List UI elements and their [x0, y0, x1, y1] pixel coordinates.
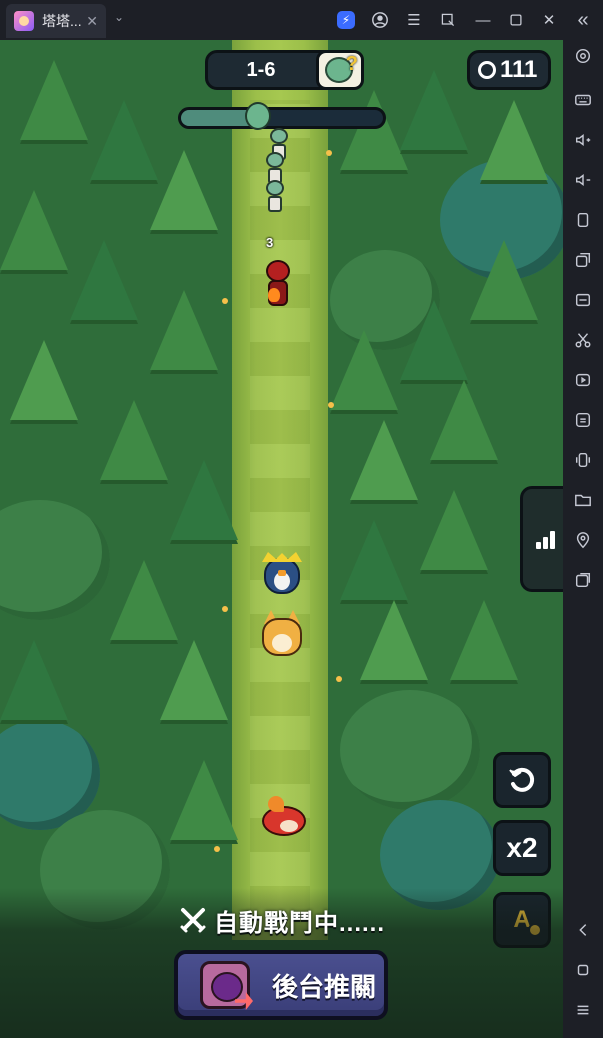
hero-portrait-icon [200, 961, 250, 1009]
flower [336, 676, 342, 682]
stage-indicator: 1-6 ? [205, 50, 364, 90]
multi-instance-icon[interactable] [571, 248, 595, 272]
home-icon[interactable] [571, 958, 595, 982]
maximize-icon[interactable] [505, 9, 527, 31]
record-icon[interactable] [571, 368, 595, 392]
stopwatch-icon [478, 61, 496, 79]
title-bar: 塔塔... ✕ ⌄ ⚡ ☰ — ✕ [0, 0, 603, 40]
pine-tree [350, 420, 418, 500]
pine-tree [100, 400, 168, 480]
pine-tree [360, 600, 428, 680]
pine-tree [400, 300, 468, 380]
volume-down-icon[interactable] [571, 168, 595, 192]
pine-tree [0, 190, 68, 270]
zombie-enemy [264, 180, 286, 214]
fire-demon-enemy [262, 260, 294, 310]
folder-icon[interactable] [571, 488, 595, 512]
game-viewport[interactable]: 1-6 ? 111 3 x2 A 自動戰 [0, 40, 563, 1038]
pine-tree [330, 330, 398, 410]
flower [214, 846, 220, 852]
macro-icon[interactable] [571, 288, 595, 312]
pine-tree [450, 600, 518, 680]
restart-icon [509, 767, 535, 792]
pine-tree [70, 240, 138, 320]
speed-toggle-button[interactable]: x2 [493, 820, 551, 876]
pine-tree [470, 240, 538, 320]
auto-battle-status: 自動戰鬥中...... [0, 902, 563, 938]
pine-tree [110, 560, 178, 640]
timer-value: 111 [500, 56, 538, 83]
forest-bush [340, 690, 480, 810]
boost-icon[interactable]: ⚡ [337, 11, 355, 29]
pine-tree [420, 490, 488, 570]
settings-icon[interactable] [571, 44, 595, 68]
pine-tree [10, 340, 78, 420]
retry-button[interactable] [493, 752, 551, 808]
pine-tree [0, 640, 68, 720]
offline-progress-button[interactable]: 後台推關 [174, 950, 388, 1020]
timer-display: 111 [467, 50, 551, 90]
keyboard-icon[interactable] [571, 88, 595, 112]
screenshot-window-icon[interactable] [437, 9, 459, 31]
penguin-hero [262, 552, 302, 596]
boss-hint: ? [345, 53, 358, 75]
rotate-icon[interactable] [571, 208, 595, 232]
damage-number: 3 [266, 235, 274, 250]
crossed-swords-icon [180, 908, 206, 933]
tab-dropdown-icon[interactable]: ⌄ [114, 10, 124, 24]
volume-up-icon[interactable] [571, 128, 595, 152]
bird-hero [260, 796, 308, 840]
emulator-sidebar: « [563, 0, 603, 1038]
forest-bush [0, 500, 110, 620]
stats-panel-button[interactable] [520, 486, 563, 592]
wave-progress-bar [178, 107, 386, 129]
scissors-icon[interactable] [571, 328, 595, 352]
pine-tree [340, 520, 408, 600]
flower [222, 606, 228, 612]
pine-tree [160, 640, 228, 720]
pine-tree [170, 460, 238, 540]
flower [222, 298, 228, 304]
close-icon[interactable]: ✕ [538, 9, 560, 31]
pine-tree [480, 100, 548, 180]
app-tab[interactable]: 塔塔... ✕ [6, 4, 106, 38]
pine-tree [90, 100, 158, 180]
account-icon[interactable] [369, 9, 391, 31]
flower [328, 402, 334, 408]
sync-icon[interactable] [571, 408, 595, 432]
auto-battle-text: 自動戰鬥中...... [213, 909, 385, 937]
bar-chart-icon [536, 531, 556, 549]
pine-tree [340, 90, 408, 170]
tab-close-icon[interactable]: ✕ [86, 13, 98, 30]
zombie-progress-marker-icon [245, 102, 271, 130]
pine-tree [400, 70, 468, 150]
shake-icon[interactable] [571, 448, 595, 472]
pine-tree [170, 760, 238, 840]
tab-title: 塔塔... [42, 13, 82, 29]
offline-progress-label: 後台推關 [272, 971, 377, 1002]
back-icon[interactable] [571, 918, 595, 942]
menu-icon[interactable]: ☰ [403, 9, 425, 31]
pine-tree [150, 150, 218, 230]
pine-tree [20, 60, 88, 140]
stage-label: 1-6 [246, 59, 276, 81]
pine-tree [430, 380, 498, 460]
collapse-sidebar-icon[interactable]: « [571, 8, 595, 32]
location-icon[interactable] [571, 528, 595, 552]
minimize-icon[interactable]: — [472, 9, 494, 31]
pine-tree [150, 290, 218, 370]
recent-apps-icon[interactable] [571, 998, 595, 1022]
fox-hero [258, 610, 306, 658]
boss-preview-button[interactable]: ? [316, 50, 364, 90]
flower [326, 150, 332, 156]
operation-record-icon[interactable] [571, 568, 595, 592]
app-avatar-icon [14, 11, 34, 31]
